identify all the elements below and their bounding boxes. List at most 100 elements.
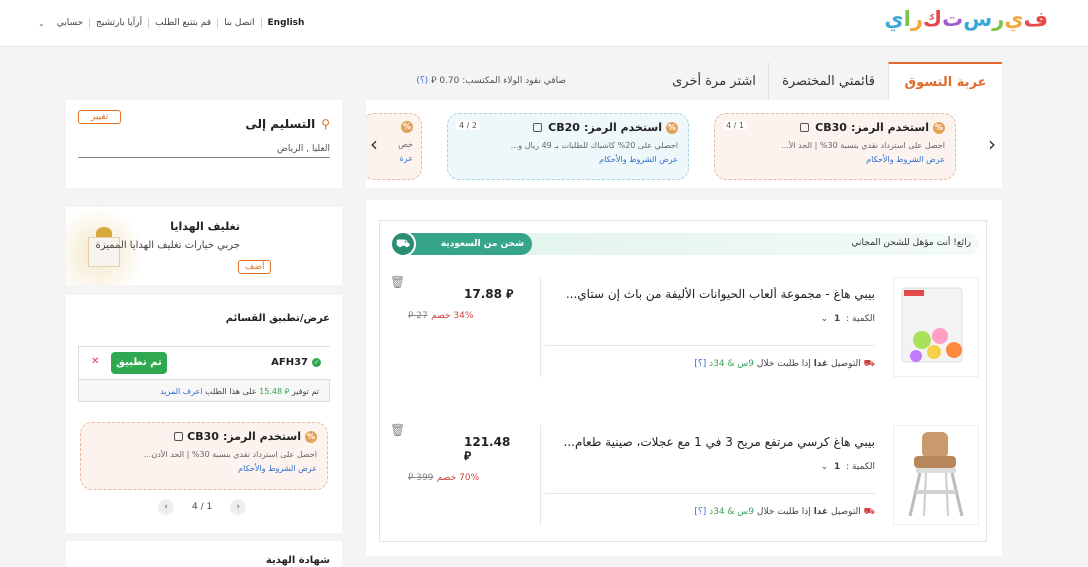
delivery-mid: إذا طلبت خلال	[756, 507, 811, 517]
coupon-desc: احصل على استرداد نقدي بنسبة 30% | الحد ا…	[781, 141, 945, 150]
coupon-card-cb20[interactable]: % استخدم الرمز: CB20 2 / 4 احصلي على 20%…	[447, 113, 689, 180]
tab-cart[interactable]: عربة التسوق	[888, 62, 1002, 100]
coupon-count: 2 / 4	[456, 121, 480, 130]
old-price: 399 ⃁	[408, 473, 434, 483]
nav-account[interactable]: حسابي	[51, 18, 91, 28]
voucher-card: عرض/تطبيق القسائم AFH37 ✓ تم تطبيق ✕ تم …	[66, 295, 342, 533]
current-price: 17.88 ⃁	[464, 287, 514, 301]
current-price: 121.48 ⃁	[464, 435, 511, 463]
nav-track-order[interactable]: قم بتتبع الطلب	[149, 18, 219, 28]
coupon-label: استخدم الرمز:	[222, 430, 301, 443]
coupon-desc: احصلي على 20% كاشباك للطلبات بـ 49 ريال …	[510, 141, 678, 150]
logo-letter: ي	[884, 7, 904, 31]
logo-letter: ر	[992, 7, 1005, 31]
product-title[interactable]: بيبي هاغ - مجموعة ألعاب الحيوانات الأليف…	[545, 287, 875, 301]
tab-buy-again[interactable]: اشتر مرة أخرى	[660, 62, 768, 100]
copy-icon[interactable]	[533, 123, 543, 132]
gift-card-section: شهادة الهدية	[66, 541, 342, 567]
cart-panel: رائع! أنت مؤهل للشحن المجاني شحن من السع…	[366, 200, 1002, 556]
chevron-down-icon[interactable]: ⌄	[821, 314, 829, 324]
badge-icon: %	[933, 121, 945, 134]
delivery-estimate: ⛟ التوصيل غدا إذا طلبت خلال 9س & 34د [؟]	[694, 507, 875, 518]
divider	[540, 425, 541, 525]
product-title[interactable]: بيبي هاغ كرسي مرتفع مريح 3 في 1 مع عجلات…	[545, 435, 876, 449]
gift-title: تغليف الهدايا	[170, 220, 240, 233]
coupon-terms-link[interactable]: عرض الشروط والأحكام	[458, 155, 678, 164]
chevron-right-icon[interactable]: ›	[988, 132, 996, 156]
logo-letter: ك	[922, 7, 943, 31]
divider	[540, 277, 541, 377]
voucher-code: AFH37 ✓	[271, 357, 321, 368]
quantity-selector[interactable]: الكمية : 1 ⌄	[821, 462, 875, 472]
chevron-down-icon[interactable]: ⌄	[38, 19, 45, 28]
delivery-prefix: التوصيل	[831, 359, 861, 369]
logo-letter: ف	[1023, 7, 1049, 31]
free-shipping-msg: رائع! أنت مؤهل للشحن المجاني	[851, 238, 971, 248]
site-logo[interactable]: فيرستكراي	[884, 7, 1049, 39]
close-icon[interactable]: ✕	[91, 356, 99, 367]
change-address-button[interactable]: تغيير	[78, 110, 122, 124]
add-gift-wrap-button[interactable]: أضف	[238, 260, 272, 274]
currency-icon: ⃁	[431, 76, 437, 86]
price-block: 🗑 121.48 ⃁ 70% خصم 399 ⃁	[390, 423, 520, 483]
cart-item-row: بيبي هاغ - مجموعة ألعاب الحيوانات الأليف…	[390, 275, 979, 389]
nav-language[interactable]: English	[262, 18, 311, 28]
coupon-terms-link[interactable]: عرض الشروط والأحكام	[91, 464, 317, 473]
product-image[interactable]	[893, 277, 979, 377]
logo-letter: ا	[903, 7, 912, 31]
divider	[545, 493, 875, 494]
tab-shortlist[interactable]: قائمتي المختصرة	[768, 62, 888, 100]
quantity-selector[interactable]: الكمية : 1 ⌄	[821, 314, 875, 324]
coupon-terms-link[interactable]: عرة	[373, 154, 413, 163]
trash-icon[interactable]: 🗑	[390, 275, 405, 289]
trash-icon[interactable]: 🗑	[390, 423, 405, 437]
delivery-title: التسليم إلى	[245, 117, 316, 131]
coupon-desc: خص	[398, 140, 413, 149]
old-price: 27 ⃁	[408, 311, 428, 321]
quantity-value: 1	[834, 314, 841, 324]
ship-from-badge: شحن من السعودية ⛟	[390, 231, 532, 257]
badge-icon: %	[401, 121, 413, 133]
badge-icon: %	[666, 121, 678, 134]
discount-percent: 70% خصم	[436, 473, 480, 483]
delivery-prefix: التوصيل	[831, 507, 861, 517]
location-pin-icon: ⚲	[321, 117, 330, 131]
product-image[interactable]	[893, 425, 979, 525]
coupon-code: CB30	[187, 430, 219, 443]
gift-card-title: شهادة الهدية	[265, 555, 330, 566]
coupon-pager: ‹ 4 / 1 ›	[158, 499, 247, 515]
delivery-time: 9س & 34د	[709, 359, 755, 369]
coupon-code: CB20	[548, 121, 580, 134]
coupon-terms-link[interactable]: عرض الشروط والأحكام	[725, 155, 945, 164]
chevron-down-icon[interactable]: ⌄	[821, 462, 829, 472]
gift-subtitle: جربي خيارات تغليف الهدايا المميزة	[95, 240, 240, 251]
delivery-estimate: ⛟ التوصيل غدا إذا طلبت خلال 9س & 34د [؟]	[694, 359, 875, 370]
coupon-card-cb30[interactable]: % استخدم الرمز: CB30 1 / 4 احصل على استر…	[714, 113, 956, 180]
chevron-left-icon[interactable]: ‹	[370, 132, 378, 156]
loyalty-text: صافي نقود الولاء المكتسب: 0.70	[439, 76, 566, 86]
sidebar-coupon-card[interactable]: % استخدم الرمز: CB30 احصل على استرداد نق…	[80, 422, 328, 490]
truck-icon: ⛟	[390, 231, 416, 257]
delivery-card: ⚲ التسليم إلى تغيير العليا , الرياض	[66, 100, 342, 188]
copy-icon[interactable]	[174, 432, 184, 441]
coupon-count: 1 / 4	[723, 121, 747, 130]
nav-wishlist[interactable]: أرآيا بارتشيج	[90, 18, 150, 28]
pager-label: 4 / 1	[192, 502, 213, 512]
copy-icon[interactable]	[800, 123, 810, 132]
applied-button[interactable]: تم تطبيق	[111, 352, 167, 374]
coupon-carousel: › % استخدم الرمز: CB30 1 / 4 احصل على اس…	[366, 100, 1002, 188]
loyalty-help[interactable]: (؟)	[416, 76, 428, 86]
cart-items-box: رائع! أنت مؤهل للشحن المجاني شحن من السع…	[379, 220, 987, 542]
chevron-left-icon[interactable]: ‹	[158, 499, 174, 515]
chevron-right-icon[interactable]: ›	[230, 499, 247, 515]
learn-more-link[interactable]: اعرف المزيد	[160, 387, 202, 396]
delivery-help[interactable]: [؟]	[694, 507, 706, 517]
discount-percent: 34% خصم	[431, 311, 474, 321]
divider	[545, 345, 875, 346]
coupon-label: استخدم الرمز:	[850, 121, 929, 134]
delivery-help[interactable]: [؟]	[694, 359, 706, 369]
logo-letter: س	[963, 7, 993, 31]
car-icon: ⛟	[863, 359, 875, 369]
nav-contact[interactable]: اتصل بنا	[218, 18, 262, 28]
delivery-address: العليا , الرياض	[78, 144, 330, 158]
